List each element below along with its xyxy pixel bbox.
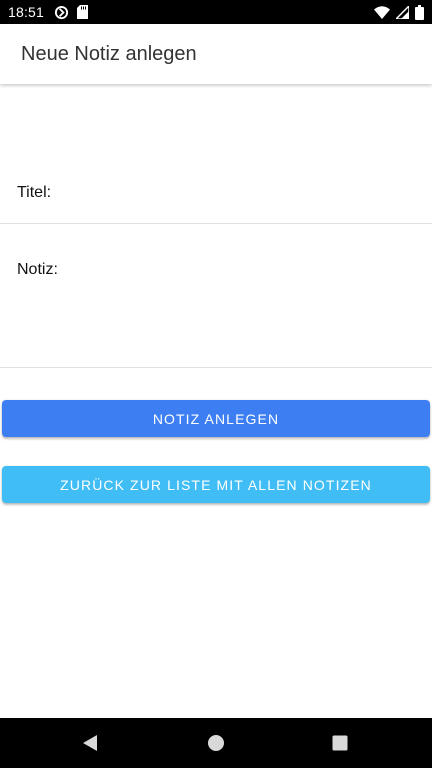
screen: 18:51 Neue Notiz anlegen Titel: Notiz: N… (0, 0, 432, 768)
status-time: 18:51 (8, 4, 45, 20)
note-label: Notiz: (17, 261, 58, 278)
back-triangle-icon[interactable] (60, 718, 120, 768)
status-right-icons (374, 4, 424, 20)
signal-icon (396, 5, 409, 19)
back-to-list-button[interactable]: ZURÜCK ZUR LISTE MIT ALLEN NOTIZEN (2, 466, 430, 503)
create-note-button[interactable]: NOTIZ ANLEGEN (2, 400, 430, 437)
wifi-icon (374, 5, 390, 19)
title-field[interactable]: Titel: (0, 85, 432, 224)
sync-icon (54, 5, 69, 20)
note-field[interactable]: Notiz: (0, 223, 432, 368)
app-bar: Neue Notiz anlegen (0, 24, 432, 84)
home-circle-icon[interactable] (186, 718, 246, 768)
title-label: Titel: (17, 184, 52, 201)
note-input[interactable] (80, 259, 416, 353)
battery-icon (415, 4, 424, 20)
status-left-icons (54, 5, 89, 20)
recents-square-icon[interactable] (310, 718, 370, 768)
sd-card-icon (77, 5, 89, 19)
navigation-bar (0, 718, 432, 768)
status-bar: 18:51 (0, 0, 432, 24)
title-input[interactable] (80, 182, 416, 206)
page-title: Neue Notiz anlegen (21, 42, 197, 65)
